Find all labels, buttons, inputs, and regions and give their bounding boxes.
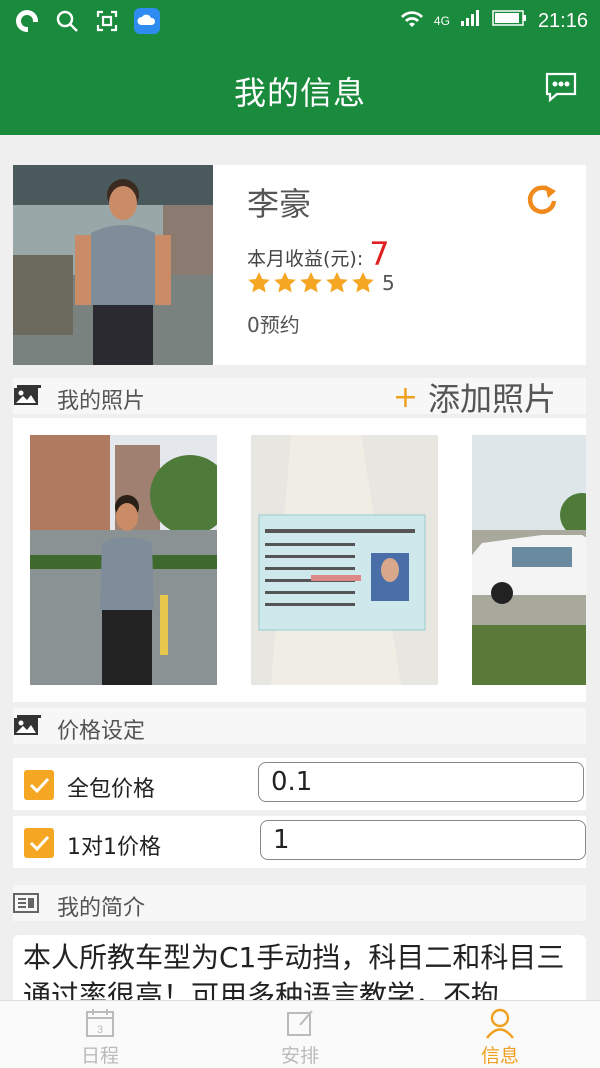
image-icon xyxy=(13,385,41,407)
gallery-photo[interactable] xyxy=(251,435,438,685)
income-label: 本月收益(元): xyxy=(247,248,364,270)
intro-textbox[interactable]: 本人所教车型为C1手动挡，科目二和科目三通过率很高！可用多种语言教学，不拘 xyxy=(13,935,586,1005)
app-logo-icon xyxy=(14,8,40,34)
package-price-label: 全包价格 xyxy=(67,777,156,802)
network-type-label: 4G xyxy=(433,14,450,28)
app-header: 我的信息 xyxy=(0,42,600,135)
income-value: 7 xyxy=(369,235,390,273)
appointment-count: 0预约 xyxy=(247,313,300,337)
status-bar: 4G 21:16 xyxy=(0,0,600,42)
gallery-photo[interactable] xyxy=(30,435,217,685)
photos-section-header: 我的照片 + 添加照片 xyxy=(13,378,586,418)
calendar-icon: 3 xyxy=(84,1007,116,1039)
wifi-icon xyxy=(400,8,424,34)
price-row-package: 全包价格 0.1 xyxy=(13,758,586,810)
edit-icon xyxy=(284,1007,316,1039)
bottom-navigation: 3 日程 安排 信息 xyxy=(0,1000,600,1068)
package-price-checkbox[interactable] xyxy=(24,770,54,800)
intro-section-label: 我的简介 xyxy=(57,896,146,921)
intro-text: 本人所教车型为C1手动挡，科目二和科目三通过率很高！可用多种语言教学，不拘 xyxy=(23,941,565,1005)
rating-stars: 5 xyxy=(247,271,395,295)
one-on-one-price-label: 1对1价格 xyxy=(67,835,161,860)
cloud-app-icon xyxy=(134,8,160,34)
package-price-input[interactable]: 0.1 xyxy=(258,762,584,802)
signal-icon xyxy=(460,9,482,33)
one-on-one-price-input[interactable]: 1 xyxy=(260,820,586,860)
clock: 21:16 xyxy=(537,9,588,32)
photos-section-label: 我的照片 xyxy=(57,389,146,414)
price-section-label: 价格设定 xyxy=(57,719,146,744)
price-section-header: 价格设定 xyxy=(13,708,586,744)
battery-icon xyxy=(492,9,528,33)
avatar[interactable] xyxy=(13,165,213,365)
add-photo-button[interactable]: + 添加照片 xyxy=(393,374,556,420)
page-title: 我的信息 xyxy=(233,74,366,112)
profile-card: 李豪 本月收益(元): 7 5 0预约 xyxy=(13,165,586,365)
image-icon xyxy=(13,715,41,737)
svg-text:3: 3 xyxy=(97,1024,103,1036)
income-row: 本月收益(元): 7 xyxy=(247,235,390,273)
check-icon xyxy=(29,777,50,794)
tab-arrange-label: 安排 xyxy=(280,1045,319,1067)
coach-name: 李豪 xyxy=(247,185,312,223)
check-icon xyxy=(29,835,50,852)
add-photo-label: 添加照片 xyxy=(427,380,556,418)
intro-section-header: 我的简介 xyxy=(13,885,586,921)
scan-icon xyxy=(94,8,120,34)
tab-schedule-label: 日程 xyxy=(80,1045,119,1067)
price-row-one-on-one: 1对1价格 1 xyxy=(13,816,586,868)
tab-info[interactable]: 信息 xyxy=(400,1001,600,1068)
tab-arrange[interactable]: 安排 xyxy=(200,1001,400,1068)
one-on-one-price-checkbox[interactable] xyxy=(24,828,54,858)
message-icon[interactable] xyxy=(544,70,578,104)
photo-gallery xyxy=(13,418,586,702)
rating-value: 5 xyxy=(382,271,395,295)
gallery-photo[interactable] xyxy=(472,435,586,685)
refresh-icon[interactable] xyxy=(524,181,560,217)
star-icon-group xyxy=(248,272,374,293)
person-icon xyxy=(484,1007,516,1039)
profile-card-icon xyxy=(13,892,41,914)
search-icon xyxy=(54,8,80,34)
tab-schedule[interactable]: 3 日程 xyxy=(0,1001,200,1068)
plus-icon: + xyxy=(392,379,418,415)
tab-info-label: 信息 xyxy=(480,1045,519,1067)
